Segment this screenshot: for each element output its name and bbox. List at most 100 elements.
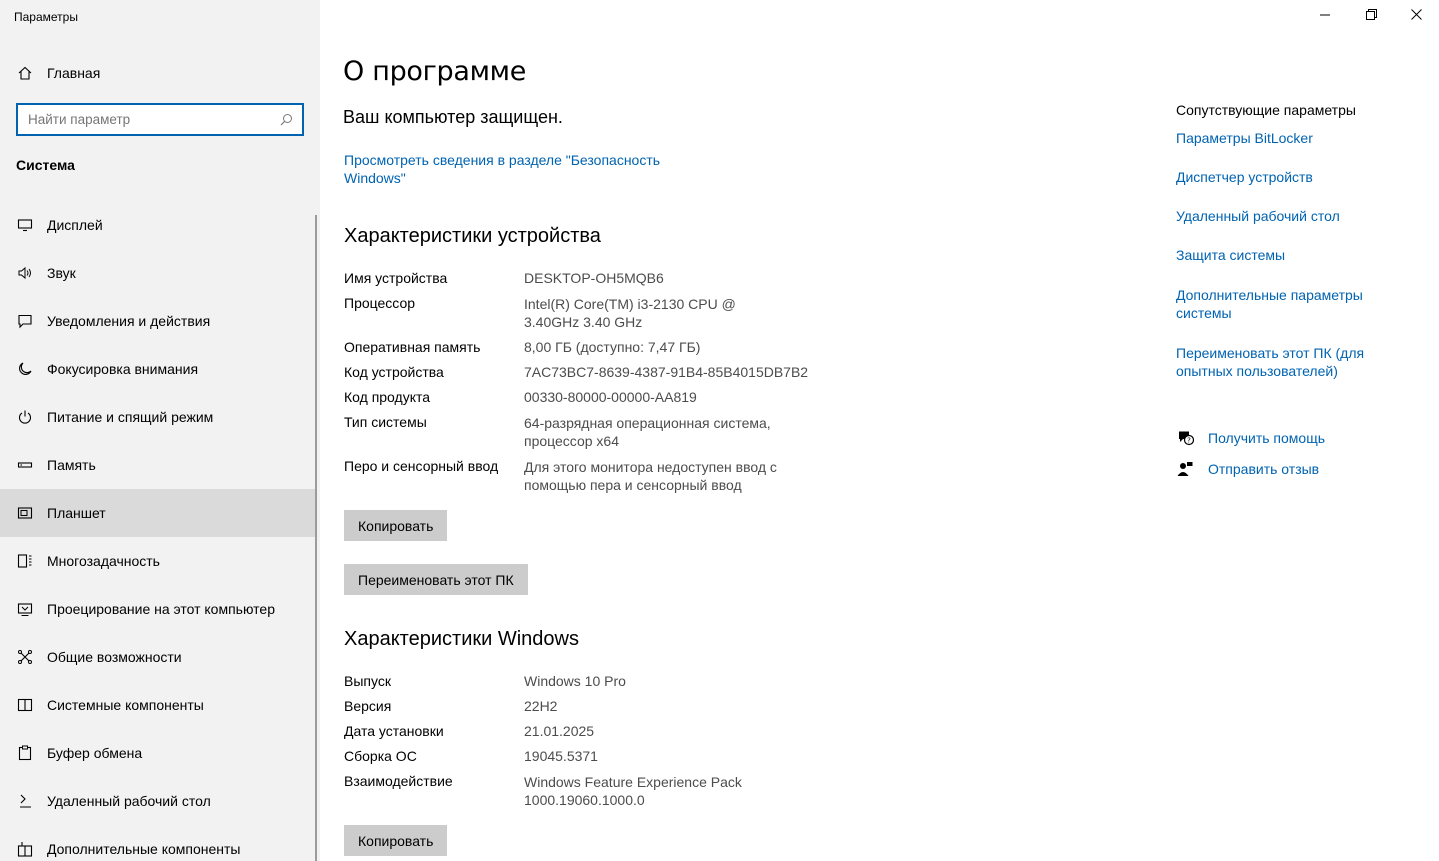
sidebar-item-clipboard[interactable]: Буфер обмена (0, 729, 316, 777)
sidebar-item-label: Звук (47, 265, 76, 281)
protection-status: Ваш компьютер защищен. (343, 107, 563, 127)
section-title: Система (16, 157, 75, 173)
optional-features-icon (16, 840, 34, 858)
system-protection-link[interactable]: Защита системы (1176, 246, 1396, 264)
restore-icon (1365, 7, 1377, 25)
sidebar-item-label: Уведомления и действия (47, 313, 211, 329)
search-input[interactable] (28, 112, 278, 127)
spec-label: Код устройства (344, 364, 444, 380)
remote-desktop-icon (16, 792, 34, 810)
app-title: Параметры (14, 10, 78, 24)
sidebar-item-system-components[interactable]: Системные компоненты (0, 681, 316, 729)
spec-label: Процессор (344, 295, 416, 311)
device-specs-heading: Характеристики устройства (344, 225, 601, 247)
spec-value: 00330-80000-00000-AA819 (524, 389, 697, 405)
spec-value: 22H2 (524, 698, 558, 714)
get-help-label: Получить помощь (1208, 430, 1326, 446)
storage-icon (16, 456, 34, 474)
close-icon (1410, 7, 1422, 25)
spec-label: Взаимодействие (344, 773, 453, 789)
spec-label: Перо и сенсорный ввод (344, 458, 499, 474)
search-icon[interactable] (278, 112, 294, 128)
spec-value: 7AC73BC7-8639-4387-91B4-85B4015DB7B2 (524, 364, 809, 380)
feedback-person-icon (1176, 460, 1194, 478)
moon-icon (16, 360, 34, 378)
windows-security-link[interactable]: Просмотреть сведения в разделе "Безопасн… (344, 151, 684, 187)
sidebar-item-label: Дисплей (47, 217, 103, 233)
sidebar-item-label: Питание и спящий режим (47, 409, 214, 425)
sidebar-item-label: Память (47, 457, 96, 473)
sidebar-scrollbar[interactable] (315, 215, 317, 861)
rename-pc-advanced-link[interactable]: Переименовать этот ПК (для опытных польз… (1176, 344, 1376, 380)
sidebar-item-optional-features[interactable]: Дополнительные компоненты (0, 825, 316, 861)
page-title: О программе (343, 56, 527, 87)
sidebar-item-shared-experiences[interactable]: Общие возможности (0, 633, 316, 681)
sidebar-item-label: Буфер обмена (47, 745, 143, 761)
sidebar-item-label: Удаленный рабочий стол (47, 793, 211, 809)
sidebar-item-sound[interactable]: Звук (0, 249, 316, 297)
rename-pc-button[interactable]: Переименовать этот ПК (344, 564, 528, 595)
sidebar-item-label: Планшет (47, 505, 106, 521)
sidebar-item-display[interactable]: Дисплей (0, 201, 316, 249)
device-manager-link[interactable]: Диспетчер устройств (1176, 168, 1396, 186)
sidebar-item-projecting[interactable]: Проецирование на этот компьютер (0, 585, 316, 633)
copy-windows-specs-button[interactable]: Копировать (344, 825, 448, 856)
sidebar-item-remote-desktop[interactable]: Удаленный рабочий стол (0, 777, 316, 825)
sidebar-item-label: Фокусировка внимания (47, 361, 199, 377)
sidebar-item-label: Общие возможности (47, 649, 182, 665)
spec-label: Дата установки (344, 723, 444, 739)
sidebar-item-label: Дополнительные компоненты (47, 841, 241, 857)
send-feedback-label: Отправить отзыв (1208, 461, 1320, 477)
clipboard-icon (16, 744, 34, 762)
minimize-icon (1320, 7, 1330, 25)
spec-value: 21.01.2025 (524, 723, 595, 739)
spec-value: 8,00 ГБ (доступно: 7,47 ГБ) (524, 339, 701, 355)
spec-value: 64-разрядная операционная система, проце… (524, 415, 771, 449)
home-nav-item[interactable]: Главная (16, 62, 100, 84)
system-components-icon (16, 696, 34, 714)
spec-label: Код продукта (344, 389, 431, 405)
home-icon (16, 64, 34, 82)
spec-value: Для этого монитора недоступен ввод с пом… (524, 459, 777, 493)
sidebar-item-power[interactable]: Питание и спящий режим (0, 393, 316, 441)
power-icon (16, 408, 34, 426)
copy-device-specs-button[interactable]: Копировать (344, 510, 448, 541)
close-button[interactable] (1393, 0, 1439, 32)
get-help-link[interactable]: ? Получить помощь (1176, 429, 1325, 447)
tablet-icon (16, 504, 34, 522)
projecting-icon (16, 600, 34, 618)
spec-value: 19045.5371 (524, 748, 598, 764)
sidebar-item-storage[interactable]: Память (0, 441, 316, 489)
spec-label: Оперативная память (344, 339, 481, 355)
svg-text:?: ? (1187, 437, 1191, 445)
spec-label: Версия (344, 698, 392, 714)
spec-value: Intel(R) Core(TM) i3-2130 CPU @ 3.40GHz … (524, 296, 736, 330)
advanced-system-settings-link[interactable]: Дополнительные параметры системы (1176, 286, 1376, 322)
sidebar-item-label: Многозадачность (47, 553, 160, 569)
nav-list: Дисплей Звук Уведомления и действия Фоку… (0, 201, 316, 861)
spec-label: Выпуск (344, 673, 391, 689)
sidebar-item-focus-assist[interactable]: Фокусировка внимания (0, 345, 316, 393)
shared-experiences-icon (16, 648, 34, 666)
sidebar: Параметры Главная Система Дисплей Звук У… (0, 0, 320, 861)
sidebar-item-notifications[interactable]: Уведомления и действия (0, 297, 316, 345)
multitasking-icon (16, 552, 34, 570)
sidebar-item-label: Проецирование на этот компьютер (47, 601, 275, 617)
spec-label: Имя устройства (344, 270, 448, 286)
send-feedback-link[interactable]: Отправить отзыв (1176, 460, 1319, 478)
home-label: Главная (47, 65, 101, 81)
sidebar-item-tablet[interactable]: Планшет (0, 489, 316, 537)
minimize-button[interactable] (1302, 0, 1348, 32)
search-box[interactable] (16, 103, 304, 136)
spec-value: Windows Feature Experience Pack 1000.190… (524, 774, 742, 808)
spec-value: Windows 10 Pro (524, 673, 626, 689)
sidebar-item-multitasking[interactable]: Многозадачность (0, 537, 316, 585)
spec-label: Тип системы (344, 414, 427, 430)
restore-button[interactable] (1348, 0, 1394, 32)
related-settings-title: Сопутствующие параметры (1176, 102, 1356, 118)
bitlocker-settings-link[interactable]: Параметры BitLocker (1176, 129, 1396, 147)
windows-specs-heading: Характеристики Windows (344, 628, 579, 650)
notification-icon (16, 312, 34, 330)
remote-desktop-link[interactable]: Удаленный рабочий стол (1176, 207, 1396, 225)
sidebar-item-label: Системные компоненты (47, 697, 204, 713)
